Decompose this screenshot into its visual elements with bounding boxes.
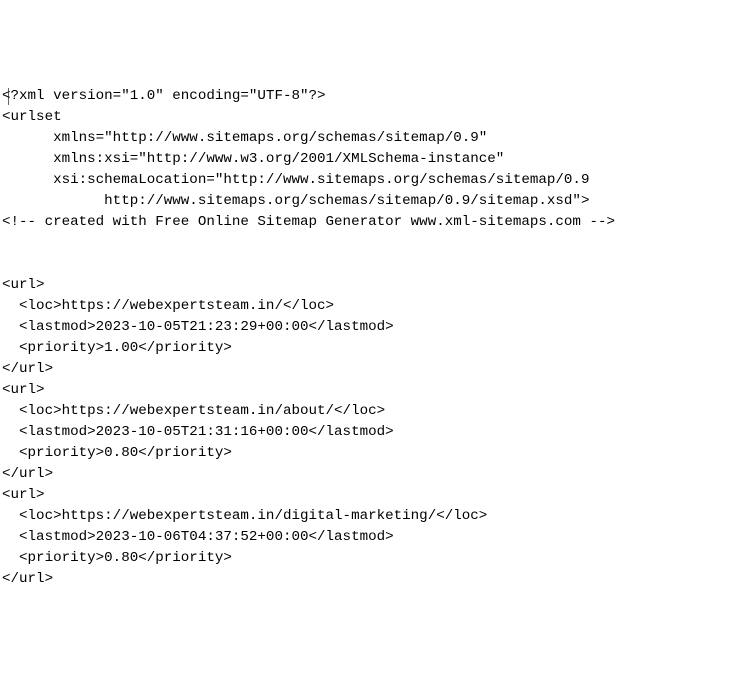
text-caret xyxy=(8,88,9,105)
url-priority: <priority>0.80</priority> xyxy=(2,550,232,566)
url-close: </url> xyxy=(2,466,53,482)
url-loc: <loc>https://webexpertsteam.in/</loc> xyxy=(2,298,334,314)
xml-declaration: <?xml version="1.0" encoding="UTF-8"?> xyxy=(2,88,326,104)
url-open: <url> xyxy=(2,487,45,503)
url-open: <url> xyxy=(2,277,45,293)
url-loc: <loc>https://webexpertsteam.in/digital-m… xyxy=(2,508,487,524)
url-close: </url> xyxy=(2,361,53,377)
url-priority: <priority>0.80</priority> xyxy=(2,445,232,461)
attr-xmlns-xsi: xmlns:xsi="http://www.w3.org/2001/XMLSch… xyxy=(2,151,504,167)
attr-schema-location-cont: http://www.sitemaps.org/schemas/sitemap/… xyxy=(2,193,589,209)
url-lastmod: <lastmod>2023-10-05T21:23:29+00:00</last… xyxy=(2,319,394,335)
url-lastmod: <lastmod>2023-10-05T21:31:16+00:00</last… xyxy=(2,424,394,440)
url-lastmod: <lastmod>2023-10-06T04:37:52+00:00</last… xyxy=(2,529,394,545)
url-open: <url> xyxy=(2,382,45,398)
attr-xmlns: xmlns="http://www.sitemaps.org/schemas/s… xyxy=(2,130,487,146)
urlset-open: <urlset xyxy=(2,109,62,125)
url-priority: <priority>1.00</priority> xyxy=(2,340,232,356)
url-loc: <loc>https://webexpertsteam.in/about/</l… xyxy=(2,403,385,419)
generator-comment: <!-- created with Free Online Sitemap Ge… xyxy=(2,214,615,230)
xml-sitemap-source: <?xml version="1.0" encoding="UTF-8"?> <… xyxy=(2,86,747,590)
attr-schema-location: xsi:schemaLocation="http://www.sitemaps.… xyxy=(2,172,589,188)
url-close: </url> xyxy=(2,571,53,587)
